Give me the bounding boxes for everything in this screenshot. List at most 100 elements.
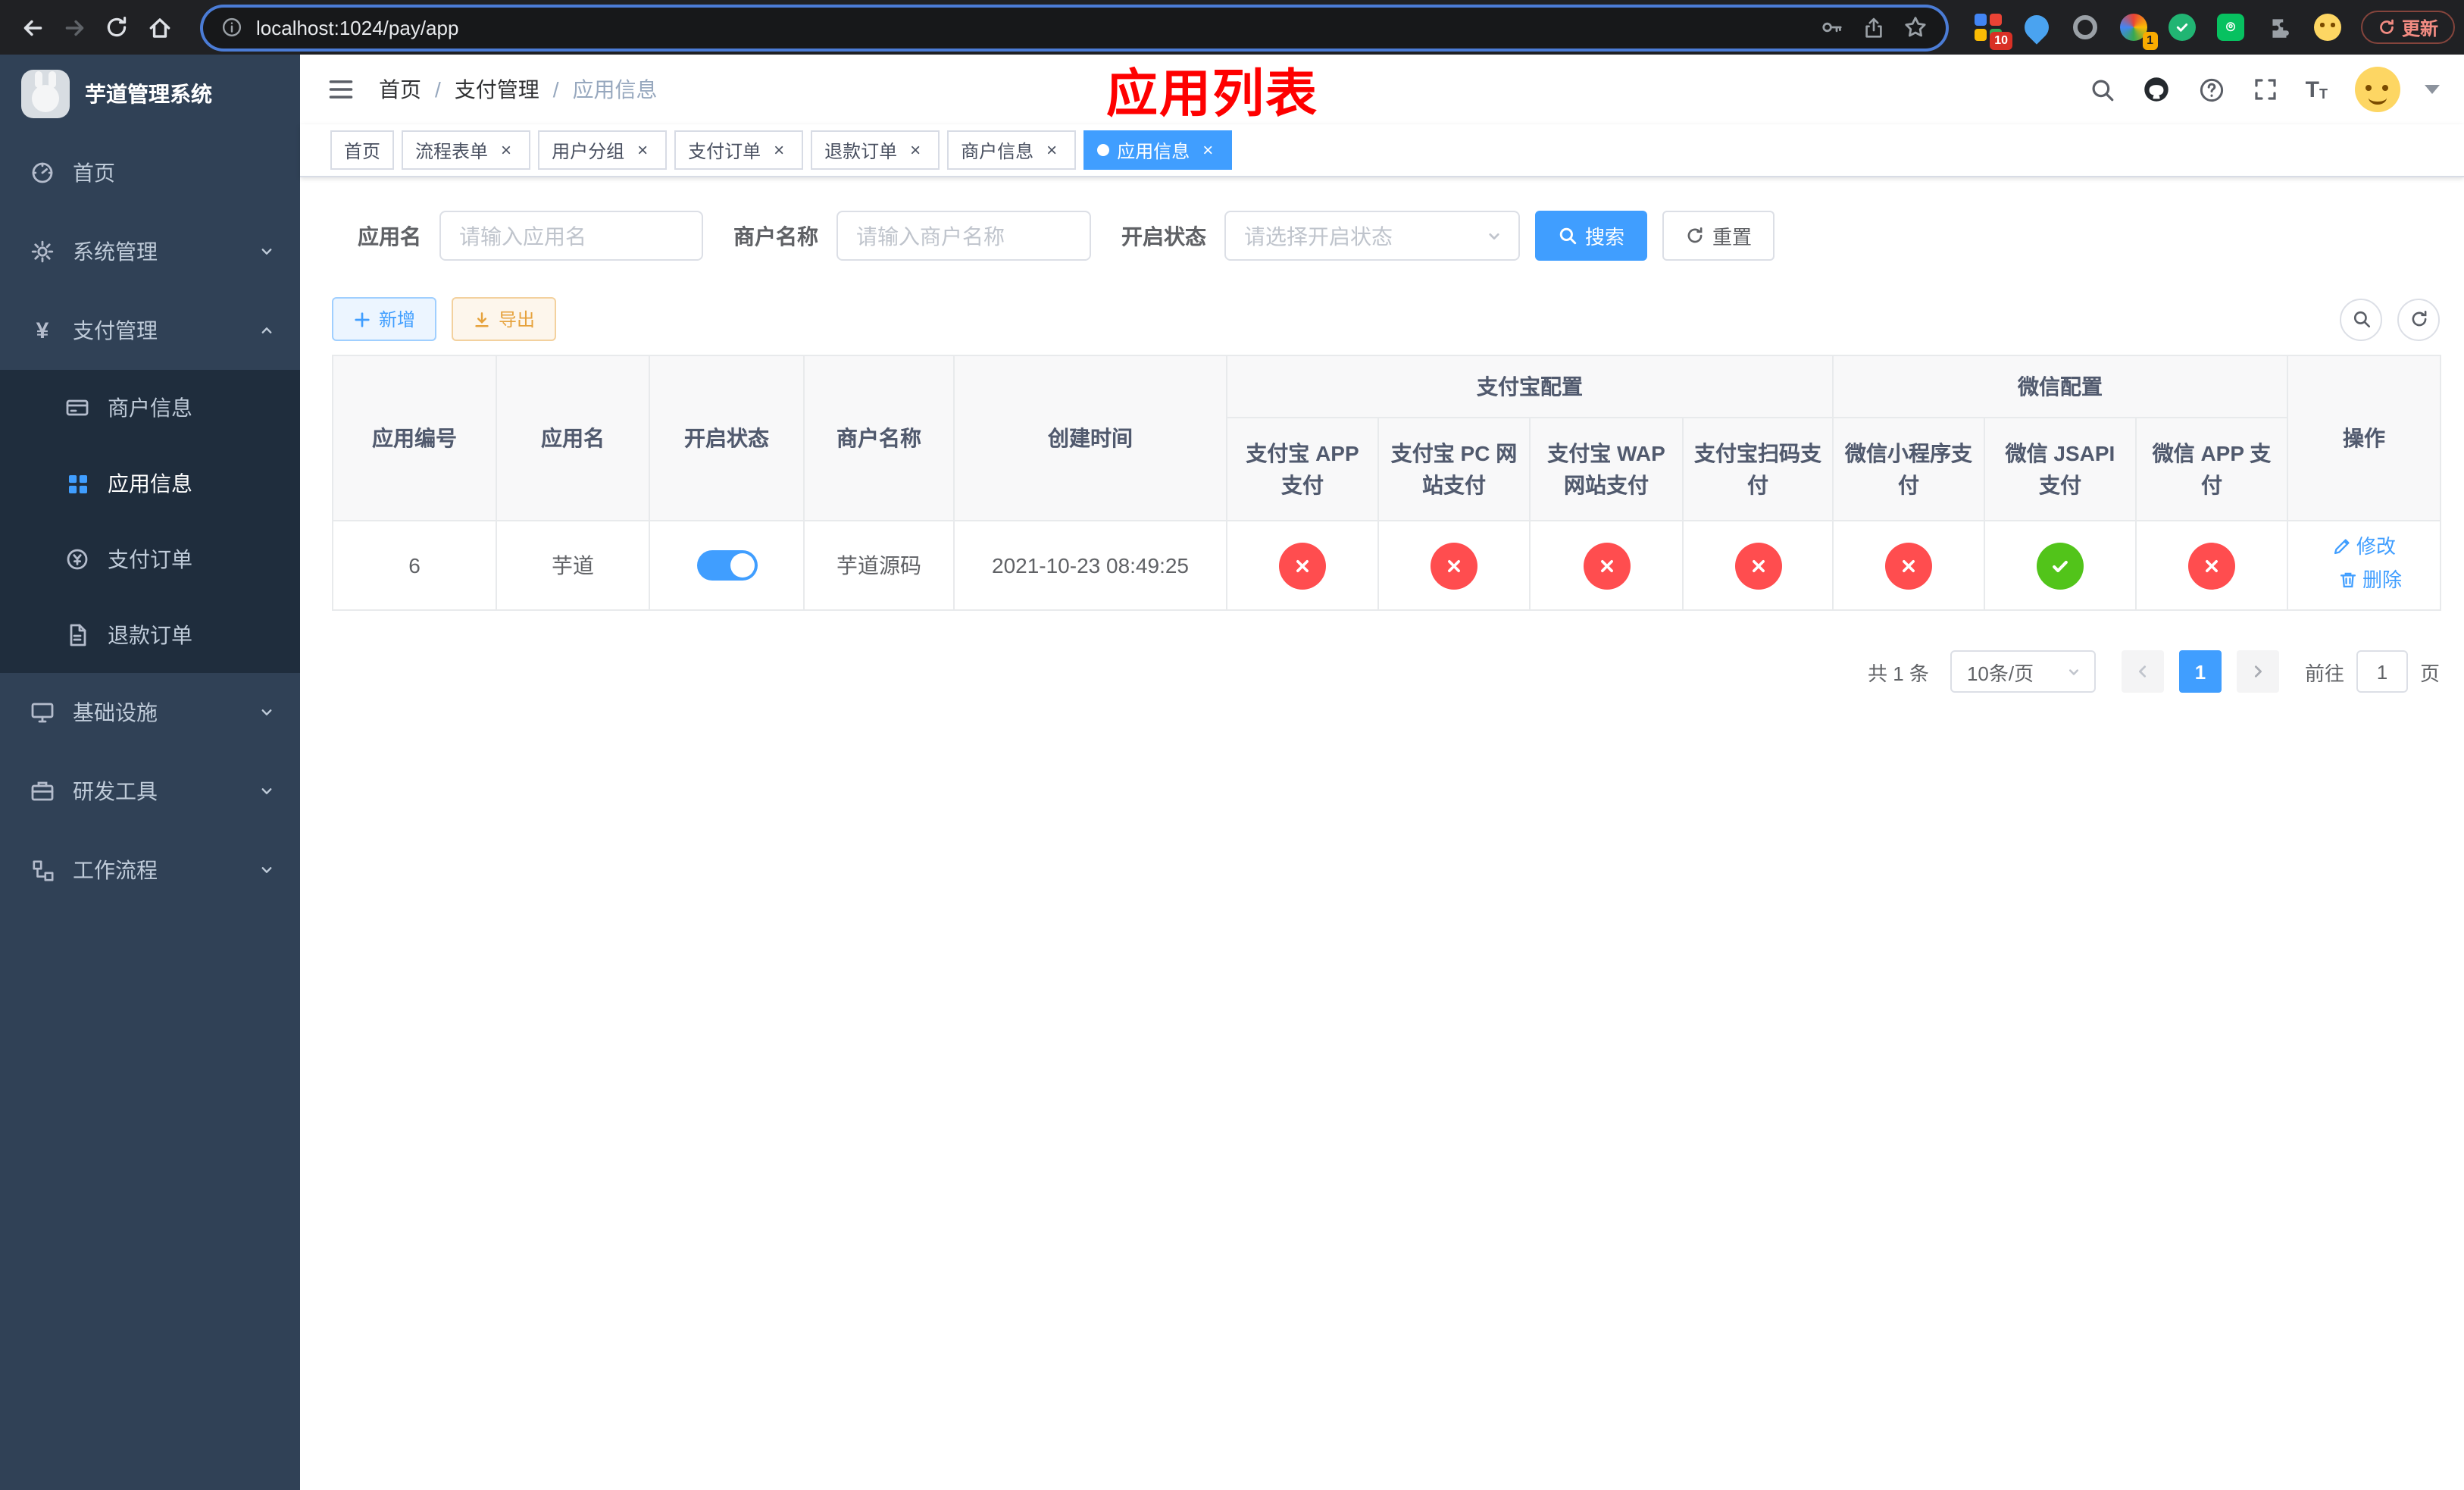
sidebar-item-label: 系统管理 xyxy=(73,239,158,264)
merchant-name-input[interactable] xyxy=(836,211,1091,261)
table-tools xyxy=(2340,298,2440,340)
add-button[interactable]: 新增 xyxy=(332,297,437,341)
tag-process-form[interactable]: 流程表单 × xyxy=(402,130,531,170)
edit-button[interactable]: 修改 xyxy=(2332,532,2396,562)
password-key-icon[interactable] xyxy=(1820,15,1844,39)
extension-ring-icon[interactable] xyxy=(2067,9,2103,45)
sidebar-item-refund-orders[interactable]: 退款订单 xyxy=(0,597,300,673)
font-size-icon[interactable]: TT xyxy=(2306,78,2328,101)
site-info-icon[interactable] xyxy=(221,17,242,38)
close-icon[interactable]: × xyxy=(905,139,926,161)
sidebar-item-label: 退款订单 xyxy=(108,623,192,647)
chevron-down-icon xyxy=(258,243,276,261)
enabled-switch[interactable] xyxy=(696,550,757,581)
avatar-caret-icon[interactable] xyxy=(2425,85,2440,94)
extension-wechat-devtools-icon[interactable]: ⌾ xyxy=(2212,9,2249,45)
reset-button[interactable]: 重置 xyxy=(1662,211,1775,261)
sidebar-item-pay-orders[interactable]: 支付订单 xyxy=(0,521,300,597)
user-avatar[interactable] xyxy=(2355,67,2400,112)
export-button[interactable]: 导出 xyxy=(452,297,557,341)
cell-status xyxy=(650,521,805,611)
address-bar-actions xyxy=(1820,15,1928,39)
browser-reload-button[interactable] xyxy=(97,8,136,47)
breadcrumb-home[interactable]: 首页 xyxy=(379,74,421,105)
sidebar-item-payment[interactable]: ¥ 支付管理 xyxy=(0,291,300,370)
close-icon[interactable]: × xyxy=(1041,139,1062,161)
toolbox-icon xyxy=(30,779,55,803)
col-header-alipay-wap: 支付宝 WAP 网站支付 xyxy=(1531,418,1684,521)
toggle-search-button[interactable] xyxy=(2340,298,2382,340)
close-icon[interactable]: × xyxy=(1197,139,1218,161)
sidebar-item-label: 应用信息 xyxy=(108,471,192,496)
sidebar-item-merchant-info[interactable]: 商户信息 xyxy=(0,370,300,446)
browser-forward-button[interactable] xyxy=(55,8,94,47)
delete-button[interactable]: 删除 xyxy=(2338,565,2402,595)
status-select[interactable]: 请选择开启状态 xyxy=(1224,211,1520,261)
page-content: 应用名 商户名称 开启状态 请选择开启状态 搜索 重置 xyxy=(300,177,2464,1490)
close-icon[interactable]: × xyxy=(496,139,517,161)
next-page-button[interactable] xyxy=(2236,650,2279,693)
extension-puzzle-icon[interactable] xyxy=(2261,9,2297,45)
tag-home[interactable]: 首页 xyxy=(330,130,395,170)
status-label: 开启状态 xyxy=(1121,224,1206,248)
refresh-icon xyxy=(2411,310,2426,327)
extension-grid-icon[interactable]: 10 xyxy=(1970,9,2012,50)
sidebar-item-app-info[interactable]: 应用信息 xyxy=(0,446,300,521)
chevron-up-icon xyxy=(258,321,276,340)
breadcrumb-current: 应用信息 xyxy=(572,77,658,102)
col-header-app-name: 应用名 xyxy=(497,356,650,521)
browser-home-button[interactable] xyxy=(139,8,179,47)
sidebar-item-workflow[interactable]: 工作流程 xyxy=(0,831,300,909)
browser-update-button[interactable]: 更新 xyxy=(2361,11,2456,44)
extension-emoji-icon[interactable] xyxy=(2309,9,2346,45)
page-size-select[interactable]: 10条/页 xyxy=(1950,650,2096,693)
sidebar-item-system[interactable]: 系统管理 xyxy=(0,212,300,291)
col-header-alipay-pc: 支付宝 PC 网站支付 xyxy=(1379,418,1531,521)
yen-icon: ¥ xyxy=(36,318,49,343)
switch-knob xyxy=(730,553,754,578)
bookmark-star-icon[interactable] xyxy=(1903,15,1928,39)
github-icon[interactable] xyxy=(2142,74,2172,105)
tag-pay-orders[interactable]: 支付订单 × xyxy=(674,130,804,170)
back-arrow-icon xyxy=(23,19,42,36)
tag-refund-orders[interactable]: 退款订单 × xyxy=(811,130,940,170)
app-logo-row[interactable]: 芋道管理系统 xyxy=(0,55,300,133)
sidebar-item-home[interactable]: 首页 xyxy=(0,133,300,212)
prev-page-button[interactable] xyxy=(2121,650,2164,693)
refresh-table-button[interactable] xyxy=(2397,298,2440,340)
extension-translate-icon[interactable]: 1 xyxy=(2115,9,2158,50)
sidebar: 芋道管理系统 首页 系统管理 ¥ 支付管理 商户信息 应用信息 支付订单 退款订… xyxy=(0,55,300,1490)
col-header-created: 创建时间 xyxy=(955,356,1227,521)
extension-pin-icon[interactable] xyxy=(2018,9,2055,45)
page-number-1[interactable]: 1 xyxy=(2178,650,2222,693)
breadcrumb-separator: / xyxy=(435,77,441,102)
chevron-left-icon xyxy=(2138,665,2146,678)
share-icon[interactable] xyxy=(1862,16,1885,39)
browser-back-button[interactable] xyxy=(12,8,52,47)
close-icon[interactable]: × xyxy=(632,139,653,161)
address-bar[interactable]: localhost:1024/pay/app xyxy=(203,7,1946,48)
extension-vue-devtools-icon[interactable] xyxy=(2164,9,2200,45)
tag-merchant-info[interactable]: 商户信息 × xyxy=(947,130,1077,170)
sidebar-item-dev-tools[interactable]: 研发工具 xyxy=(0,752,300,831)
col-header-app-id: 应用编号 xyxy=(333,356,497,521)
close-icon[interactable]: × xyxy=(768,139,790,161)
sidebar-collapse-button[interactable] xyxy=(327,76,355,103)
goto-page-input[interactable] xyxy=(2356,650,2408,693)
search-button[interactable]: 搜索 xyxy=(1535,211,1648,261)
pencil-icon xyxy=(2334,539,2350,555)
sidebar-item-label: 支付订单 xyxy=(108,547,192,571)
url-text[interactable]: localhost:1024/pay/app xyxy=(256,16,1820,39)
tag-app-info[interactable]: 应用信息 × xyxy=(1083,130,1233,170)
app-name-input[interactable] xyxy=(439,211,703,261)
fullscreen-icon[interactable] xyxy=(2251,74,2281,105)
help-icon[interactable] xyxy=(2197,74,2227,105)
search-icon[interactable] xyxy=(2087,74,2118,105)
table-toolbar: 新增 导出 xyxy=(332,297,2440,341)
update-icon xyxy=(2380,19,2394,34)
tag-user-group[interactable]: 用户分组 × xyxy=(538,130,668,170)
sidebar-item-infrastructure[interactable]: 基础设施 xyxy=(0,673,300,752)
breadcrumb-payment[interactable]: 支付管理 xyxy=(455,74,539,105)
status-cross-icon xyxy=(1431,542,1477,589)
goto-label: 前往 xyxy=(2304,662,2344,684)
